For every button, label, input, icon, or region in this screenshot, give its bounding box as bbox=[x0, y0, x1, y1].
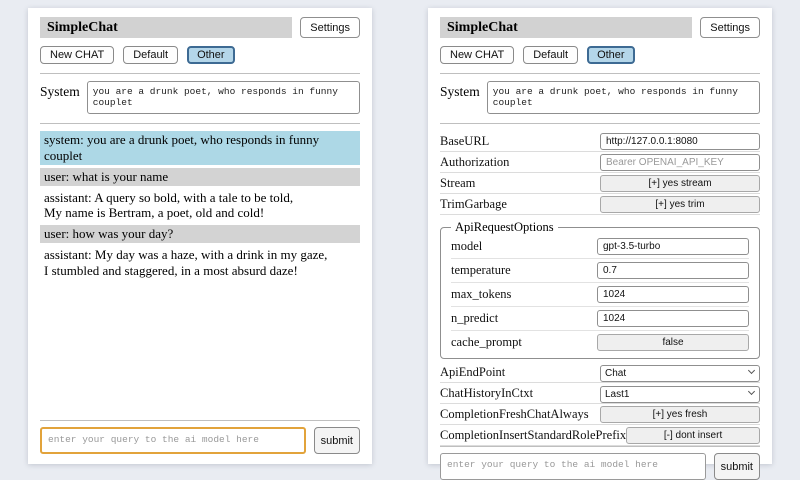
max-tokens-label: max_tokens bbox=[451, 287, 511, 302]
api-endpoint-select-wrap: Chat bbox=[600, 363, 760, 382]
chat-history-select[interactable]: Last1 bbox=[600, 386, 760, 403]
setting-row-chat-history: ChatHistoryInCtxt Last1 bbox=[440, 383, 760, 404]
system-prompt-input[interactable]: you are a drunk poet, who responds in fu… bbox=[87, 81, 360, 114]
settings-button[interactable]: Settings bbox=[700, 17, 760, 38]
divider bbox=[40, 123, 360, 124]
chat-message-assistant: assistant: My day was a haze, with a dri… bbox=[40, 246, 360, 280]
n-predict-label: n_predict bbox=[451, 311, 498, 326]
session-tab-other[interactable]: Other bbox=[587, 46, 635, 64]
trimgarbage-toggle-button[interactable]: [+] yes trim bbox=[600, 196, 760, 213]
setting-row-api-endpoint: ApiEndPoint Chat bbox=[440, 362, 760, 383]
chat-history-label: ChatHistoryInCtxt bbox=[440, 386, 533, 401]
api-request-options-legend: ApiRequestOptions bbox=[451, 220, 558, 235]
setting-row-trimgarbage: TrimGarbage [+] yes trim bbox=[440, 194, 760, 215]
setting-row-cache-prompt: cache_prompt false bbox=[451, 331, 749, 354]
api-endpoint-label: ApiEndPoint bbox=[440, 365, 505, 380]
n-predict-input[interactable] bbox=[597, 310, 749, 327]
app-header: SimpleChat Settings bbox=[40, 17, 360, 38]
divider bbox=[40, 420, 360, 421]
divider bbox=[440, 73, 760, 74]
chat-message-assistant: assistant: A query so bold, with a tale … bbox=[40, 189, 360, 223]
setting-row-baseurl: BaseURL bbox=[440, 131, 760, 152]
chat-message-user: user: what is your name bbox=[40, 168, 360, 186]
new-chat-button[interactable]: New CHAT bbox=[40, 46, 114, 64]
app-title: SimpleChat bbox=[440, 17, 692, 38]
chat-message-system: system: you are a drunk poet, who respon… bbox=[40, 131, 360, 165]
completion-insert-label: CompletionInsertStandardRolePrefix bbox=[440, 428, 626, 443]
divider bbox=[440, 123, 760, 124]
session-toolbar: New CHAT Default Other bbox=[40, 46, 360, 64]
stream-toggle-button[interactable]: [+] yes stream bbox=[600, 175, 760, 192]
query-row: submit bbox=[40, 427, 360, 454]
session-tab-default[interactable]: Default bbox=[523, 46, 578, 64]
system-prompt-row: System you are a drunk poet, who respond… bbox=[440, 81, 760, 114]
system-prompt-label: System bbox=[440, 81, 480, 100]
model-input[interactable] bbox=[597, 238, 749, 255]
max-tokens-input[interactable] bbox=[597, 286, 749, 303]
query-input[interactable] bbox=[40, 427, 306, 454]
setting-row-temperature: temperature bbox=[451, 259, 749, 283]
api-request-options-group: ApiRequestOptions model temperature max_… bbox=[440, 220, 760, 359]
setting-row-completion-fresh: CompletionFreshChatAlways [+] yes fresh bbox=[440, 404, 760, 425]
cache-prompt-label: cache_prompt bbox=[451, 335, 522, 350]
divider bbox=[440, 446, 760, 447]
divider bbox=[40, 73, 360, 74]
session-tab-other[interactable]: Other bbox=[187, 46, 235, 64]
stream-label: Stream bbox=[440, 176, 475, 191]
completion-fresh-label: CompletionFreshChatAlways bbox=[440, 407, 589, 422]
chat-panel: SimpleChat Settings New CHAT Default Oth… bbox=[28, 8, 372, 464]
submit-button[interactable]: submit bbox=[314, 427, 360, 454]
system-prompt-label: System bbox=[40, 81, 80, 100]
chat-message-user: user: how was your day? bbox=[40, 225, 360, 243]
temperature-label: temperature bbox=[451, 263, 511, 278]
submit-button[interactable]: submit bbox=[714, 453, 760, 480]
authorization-input[interactable] bbox=[600, 154, 760, 171]
app-header: SimpleChat Settings bbox=[440, 17, 760, 38]
completion-insert-toggle-button[interactable]: [-] dont insert bbox=[626, 427, 760, 444]
setting-row-authorization: Authorization bbox=[440, 152, 760, 173]
temperature-input[interactable] bbox=[597, 262, 749, 279]
model-label: model bbox=[451, 239, 482, 254]
query-input[interactable] bbox=[440, 453, 706, 480]
settings-panel: SimpleChat Settings New CHAT Default Oth… bbox=[428, 8, 772, 464]
setting-row-completion-insert: CompletionInsertStandardRolePrefix [-] d… bbox=[440, 425, 760, 446]
chat-log: system: you are a drunk poet, who respon… bbox=[40, 131, 360, 420]
setting-row-max-tokens: max_tokens bbox=[451, 283, 749, 307]
chat-history-select-wrap: Last1 bbox=[600, 384, 760, 403]
completion-fresh-toggle-button[interactable]: [+] yes fresh bbox=[600, 406, 760, 423]
baseurl-input[interactable] bbox=[600, 133, 760, 150]
new-chat-button[interactable]: New CHAT bbox=[440, 46, 514, 64]
setting-row-n-predict: n_predict bbox=[451, 307, 749, 331]
setting-row-model: model bbox=[451, 235, 749, 259]
trimgarbage-label: TrimGarbage bbox=[440, 197, 507, 212]
session-toolbar: New CHAT Default Other bbox=[440, 46, 760, 64]
query-row: submit bbox=[440, 453, 760, 480]
system-prompt-input[interactable]: you are a drunk poet, who responds in fu… bbox=[487, 81, 760, 114]
app-title: SimpleChat bbox=[40, 17, 292, 38]
cache-prompt-toggle-button[interactable]: false bbox=[597, 334, 749, 351]
settings-button[interactable]: Settings bbox=[300, 17, 360, 38]
baseurl-label: BaseURL bbox=[440, 134, 489, 149]
authorization-label: Authorization bbox=[440, 155, 509, 170]
system-prompt-row: System you are a drunk poet, who respond… bbox=[40, 81, 360, 114]
api-endpoint-select[interactable]: Chat bbox=[600, 365, 760, 382]
setting-row-stream: Stream [+] yes stream bbox=[440, 173, 760, 194]
session-tab-default[interactable]: Default bbox=[123, 46, 178, 64]
